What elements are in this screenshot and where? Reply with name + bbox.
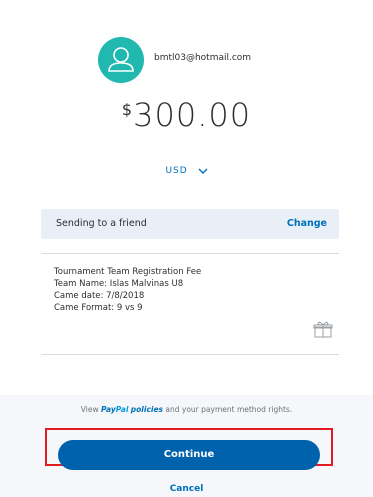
amount-value: 300.00 xyxy=(133,96,252,134)
policy-prefix: View xyxy=(80,405,99,414)
cancel-link[interactable]: Cancel xyxy=(0,484,373,494)
note-line: Team Name: Islas Malvinas U8 xyxy=(54,279,184,289)
payment-type-label: Sending to a friend xyxy=(56,218,147,229)
payment-note[interactable]: Tournament Team Registration Fee Team Na… xyxy=(54,266,294,314)
divider xyxy=(41,354,339,355)
recipient-avatar xyxy=(98,37,144,83)
currency-selector[interactable]: USD xyxy=(0,166,373,176)
brand-pay: Pay xyxy=(100,405,116,414)
paypal-policies-link[interactable]: PayPal policies xyxy=(101,405,163,414)
policy-suffix: and your payment method rights. xyxy=(165,405,293,414)
note-line: Came Format: 9 vs 9 xyxy=(54,303,143,313)
divider xyxy=(41,253,339,254)
person-icon xyxy=(108,47,134,72)
recipient-email: bmtl03@hotmail.com xyxy=(154,53,252,63)
note-line: Tournament Team Registration Fee xyxy=(54,267,202,277)
gift-icon[interactable] xyxy=(313,320,333,338)
note-line: Came date: 7/8/2018 xyxy=(54,291,145,301)
policy-text: View PayPal policies and your payment me… xyxy=(0,405,373,414)
chevron-down-icon xyxy=(198,168,208,174)
currency-code: USD xyxy=(165,166,188,176)
currency-symbol: $ xyxy=(121,100,133,119)
continue-button[interactable]: Continue xyxy=(58,440,320,470)
policy-link-label: policies xyxy=(130,405,164,414)
payment-type-box: Sending to a friend Change xyxy=(41,209,339,239)
amount-display: $300.00 xyxy=(0,96,373,134)
change-payment-type-link[interactable]: Change xyxy=(287,218,327,229)
brand-pal: Pal xyxy=(115,405,129,414)
